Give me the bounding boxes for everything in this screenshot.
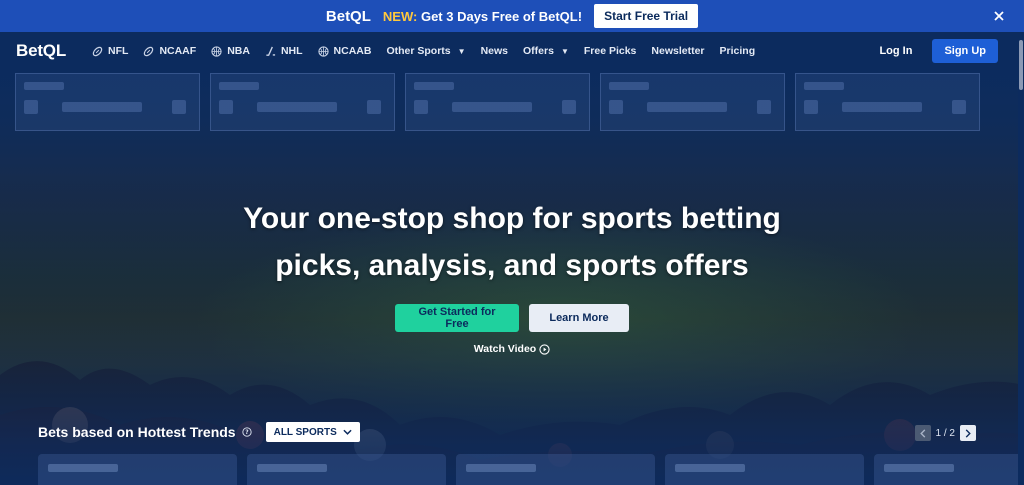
nav-item-label: Other Sports	[386, 45, 451, 57]
ticker-card-placeholder[interactable]	[795, 73, 980, 131]
nav-item-newsletter[interactable]: Newsletter	[651, 45, 704, 57]
trend-card-placeholder[interactable]	[665, 454, 864, 485]
promo-banner: BetQL NEW: Get 3 Days Free of BetQL! Sta…	[0, 0, 1024, 32]
nav-item-offers[interactable]: Offers ▼	[523, 45, 569, 57]
hero-headline-line-1: Your one-stop shop for sports betting	[243, 202, 781, 235]
basketball-icon	[317, 45, 329, 57]
main-nav: BetQL NFL NCAAF NBA NHL NCAAB Other Spor…	[0, 32, 1024, 70]
play-circle-icon	[539, 343, 550, 355]
help-icon[interactable]: ?	[241, 427, 252, 437]
auth-actions: Log In Sign Up	[869, 39, 998, 63]
nav-item-nfl[interactable]: NFL	[92, 45, 128, 57]
caret-down-icon: ▼	[560, 46, 569, 56]
nav-item-label: Offers	[523, 45, 554, 57]
get-started-button[interactable]: Get Started for Free	[395, 304, 519, 332]
nav-item-label: Pricing	[719, 45, 756, 57]
sport-filter-label: ALL SPORTS	[273, 426, 337, 438]
nav-item-nhl[interactable]: NHL	[265, 45, 303, 57]
svg-text:?: ?	[245, 430, 248, 436]
prev-page-button[interactable]	[914, 425, 931, 441]
scrollbar-thumb[interactable]	[1019, 40, 1023, 90]
ticker-card-placeholder[interactable]	[600, 73, 785, 131]
nav-item-news[interactable]: News	[481, 45, 508, 57]
nav-item-label: News	[480, 45, 508, 57]
promo-logo[interactable]: BetQL	[326, 8, 371, 25]
learn-more-button[interactable]: Learn More	[529, 304, 629, 332]
caret-down-icon: ▼	[457, 46, 466, 56]
sport-filter-dropdown[interactable]: ALL SPORTS	[265, 422, 360, 442]
trend-card-placeholder[interactable]	[456, 454, 655, 485]
trends-title: Bets based on Hottest Trends	[38, 424, 236, 440]
close-icon[interactable]	[990, 7, 1008, 25]
football-icon	[144, 46, 154, 56]
ticker-card-placeholder[interactable]	[15, 73, 200, 131]
ticker-card-placeholder[interactable]	[405, 73, 590, 131]
promo-text: Get 3 Days Free of BetQL!	[420, 8, 583, 24]
nav-item-label: NFL	[108, 45, 129, 57]
start-free-trial-button[interactable]: Start Free Trial	[594, 4, 699, 28]
nav-item-nba[interactable]: NBA	[211, 45, 250, 57]
watch-video-row: Watch Video	[0, 343, 1024, 355]
ticker-card-placeholder[interactable]	[210, 73, 395, 131]
nav-item-label: NHL	[280, 45, 303, 57]
football-icon	[92, 46, 103, 56]
trends-header: Bets based on Hottest Trends ? ALL SPORT…	[38, 422, 360, 442]
promo-highlight: NEW:	[382, 8, 418, 24]
chevron-left-icon	[919, 428, 925, 438]
nav-item-label: Newsletter	[651, 45, 705, 57]
betql-logo[interactable]: BetQL	[16, 41, 66, 61]
watch-video-label: Watch Video	[473, 343, 537, 355]
basketball-icon	[211, 45, 222, 57]
score-ticker	[15, 73, 1019, 131]
next-page-button[interactable]	[960, 425, 976, 441]
chevron-right-icon	[965, 428, 971, 438]
trends-pager: 1 / 2	[914, 425, 976, 441]
trend-card-placeholder[interactable]	[874, 454, 1024, 485]
nav-item-label: NCAAB	[333, 45, 372, 57]
nav-item-ncaab[interactable]: NCAAB	[317, 45, 372, 57]
promo-message: NEW: Get 3 Days Free of BetQL!	[383, 9, 582, 24]
page-indicator: 1 / 2	[935, 427, 955, 439]
nav-links: NFL NCAAF NBA NHL NCAAB Other Sports ▼ N…	[92, 45, 755, 57]
hockey-stick-icon	[266, 46, 276, 56]
signup-button[interactable]: Sign Up	[932, 39, 998, 63]
login-link[interactable]: Log In	[869, 45, 922, 57]
nav-item-pricing[interactable]: Pricing	[720, 45, 756, 57]
nav-item-label: NCAAF	[159, 45, 197, 57]
nav-item-label: Free Picks	[583, 45, 637, 57]
hero-headline-line-2: picks, analysis, and sports offers	[275, 249, 749, 282]
nav-item-other-sports[interactable]: Other Sports ▼	[386, 45, 465, 57]
nav-item-ncaaf[interactable]: NCAAF	[143, 45, 196, 57]
watch-video-link[interactable]: Watch Video	[474, 343, 550, 355]
trend-card-placeholder[interactable]	[38, 454, 237, 485]
hero-cta-row: Get Started for Free Learn More	[0, 304, 1024, 332]
nav-item-label: NBA	[227, 45, 250, 57]
trend-card-placeholder[interactable]	[247, 454, 446, 485]
nav-item-free-picks[interactable]: Free Picks	[584, 45, 637, 57]
page-scrollbar[interactable]	[1018, 32, 1024, 485]
hero-section: Your one-stop shop for sports betting pi…	[0, 70, 1024, 485]
hero-headline: Your one-stop shop for sports betting pi…	[0, 195, 1024, 289]
chevron-down-icon	[343, 429, 352, 435]
trend-cards-row	[38, 454, 1024, 485]
